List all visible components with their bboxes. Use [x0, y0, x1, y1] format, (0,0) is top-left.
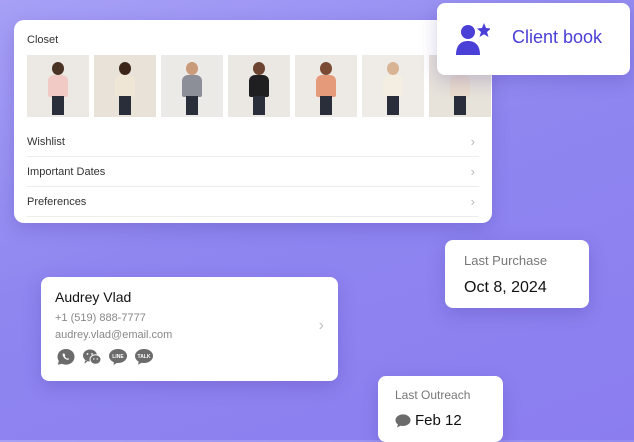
closet-thumbnails — [27, 55, 491, 117]
contact-phone: +1 (519) 888-7777 — [55, 312, 146, 324]
last-outreach-label: Last Outreach — [395, 388, 471, 402]
closet-card: Closet Wishlist › Important Dates › Pref… — [14, 20, 492, 223]
model-bottom — [119, 96, 131, 115]
wishlist-row[interactable]: Wishlist › — [27, 127, 479, 157]
whatsapp-icon[interactable] — [56, 348, 76, 366]
model-top — [182, 75, 202, 97]
line-icon[interactable]: LINE — [108, 348, 128, 366]
client-book-button[interactable]: Client book — [437, 3, 630, 75]
model-figure — [52, 62, 64, 75]
wechat-icon[interactable] — [82, 348, 102, 366]
model-top — [115, 75, 135, 97]
chevron-right-icon: › — [470, 134, 475, 149]
contact-email: audrey.vlad@email.com — [55, 329, 173, 341]
contact-card[interactable]: Audrey Vlad +1 (519) 888-7777 audrey.vla… — [41, 277, 338, 381]
model-top — [316, 75, 336, 97]
wishlist-label: Wishlist — [27, 135, 65, 148]
closet-title: Closet — [27, 34, 59, 46]
model-top — [48, 75, 68, 97]
model-bottom — [52, 96, 64, 115]
line-icon-text: LINE — [112, 354, 124, 360]
chat-bubble-icon — [395, 414, 411, 428]
closet-thumbnail[interactable] — [27, 55, 89, 117]
model-figure — [186, 62, 198, 75]
model-top — [383, 75, 403, 97]
last-purchase-card: Last Purchase Oct 8, 2024 — [445, 240, 589, 308]
important-dates-label: Important Dates — [27, 165, 106, 178]
closet-thumbnail[interactable] — [161, 55, 223, 117]
preferences-label: Preferences — [27, 195, 87, 208]
model-figure — [119, 62, 131, 75]
last-purchase-date: Oct 8, 2024 — [464, 279, 547, 296]
model-figure — [320, 62, 332, 75]
model-bottom — [387, 96, 399, 115]
contact-channels: LINE TALK — [56, 348, 154, 366]
closet-rows: Wishlist › Important Dates › Preferences… — [27, 127, 479, 217]
last-outreach-card: Last Outreach Feb 12 — [378, 376, 503, 442]
closet-thumbnail[interactable] — [295, 55, 357, 117]
client-book-label: Client book — [512, 27, 603, 47]
closet-thumbnail[interactable] — [228, 55, 290, 117]
kakaotalk-icon[interactable]: TALK — [134, 348, 154, 366]
model-bottom — [454, 96, 466, 115]
user-star-icon — [456, 23, 490, 55]
closet-thumbnail[interactable] — [362, 55, 424, 117]
model-bottom — [186, 96, 198, 115]
model-figure — [253, 62, 265, 75]
kakaotalk-icon-text: TALK — [138, 354, 151, 360]
preferences-row[interactable]: Preferences › — [27, 187, 479, 217]
last-purchase-label: Last Purchase — [464, 253, 548, 268]
chevron-right-icon: › — [470, 164, 475, 179]
important-dates-row[interactable]: Important Dates › — [27, 157, 479, 187]
last-outreach-date: Feb 12 — [415, 412, 462, 429]
model-figure — [387, 62, 399, 75]
contact-name: Audrey Vlad — [55, 289, 132, 305]
chevron-right-icon: › — [318, 317, 324, 334]
closet-thumbnail[interactable] — [94, 55, 156, 117]
model-top — [249, 75, 269, 97]
chevron-right-icon: › — [470, 194, 475, 209]
model-bottom — [253, 96, 265, 115]
model-bottom — [320, 96, 332, 115]
model-top — [450, 75, 470, 97]
